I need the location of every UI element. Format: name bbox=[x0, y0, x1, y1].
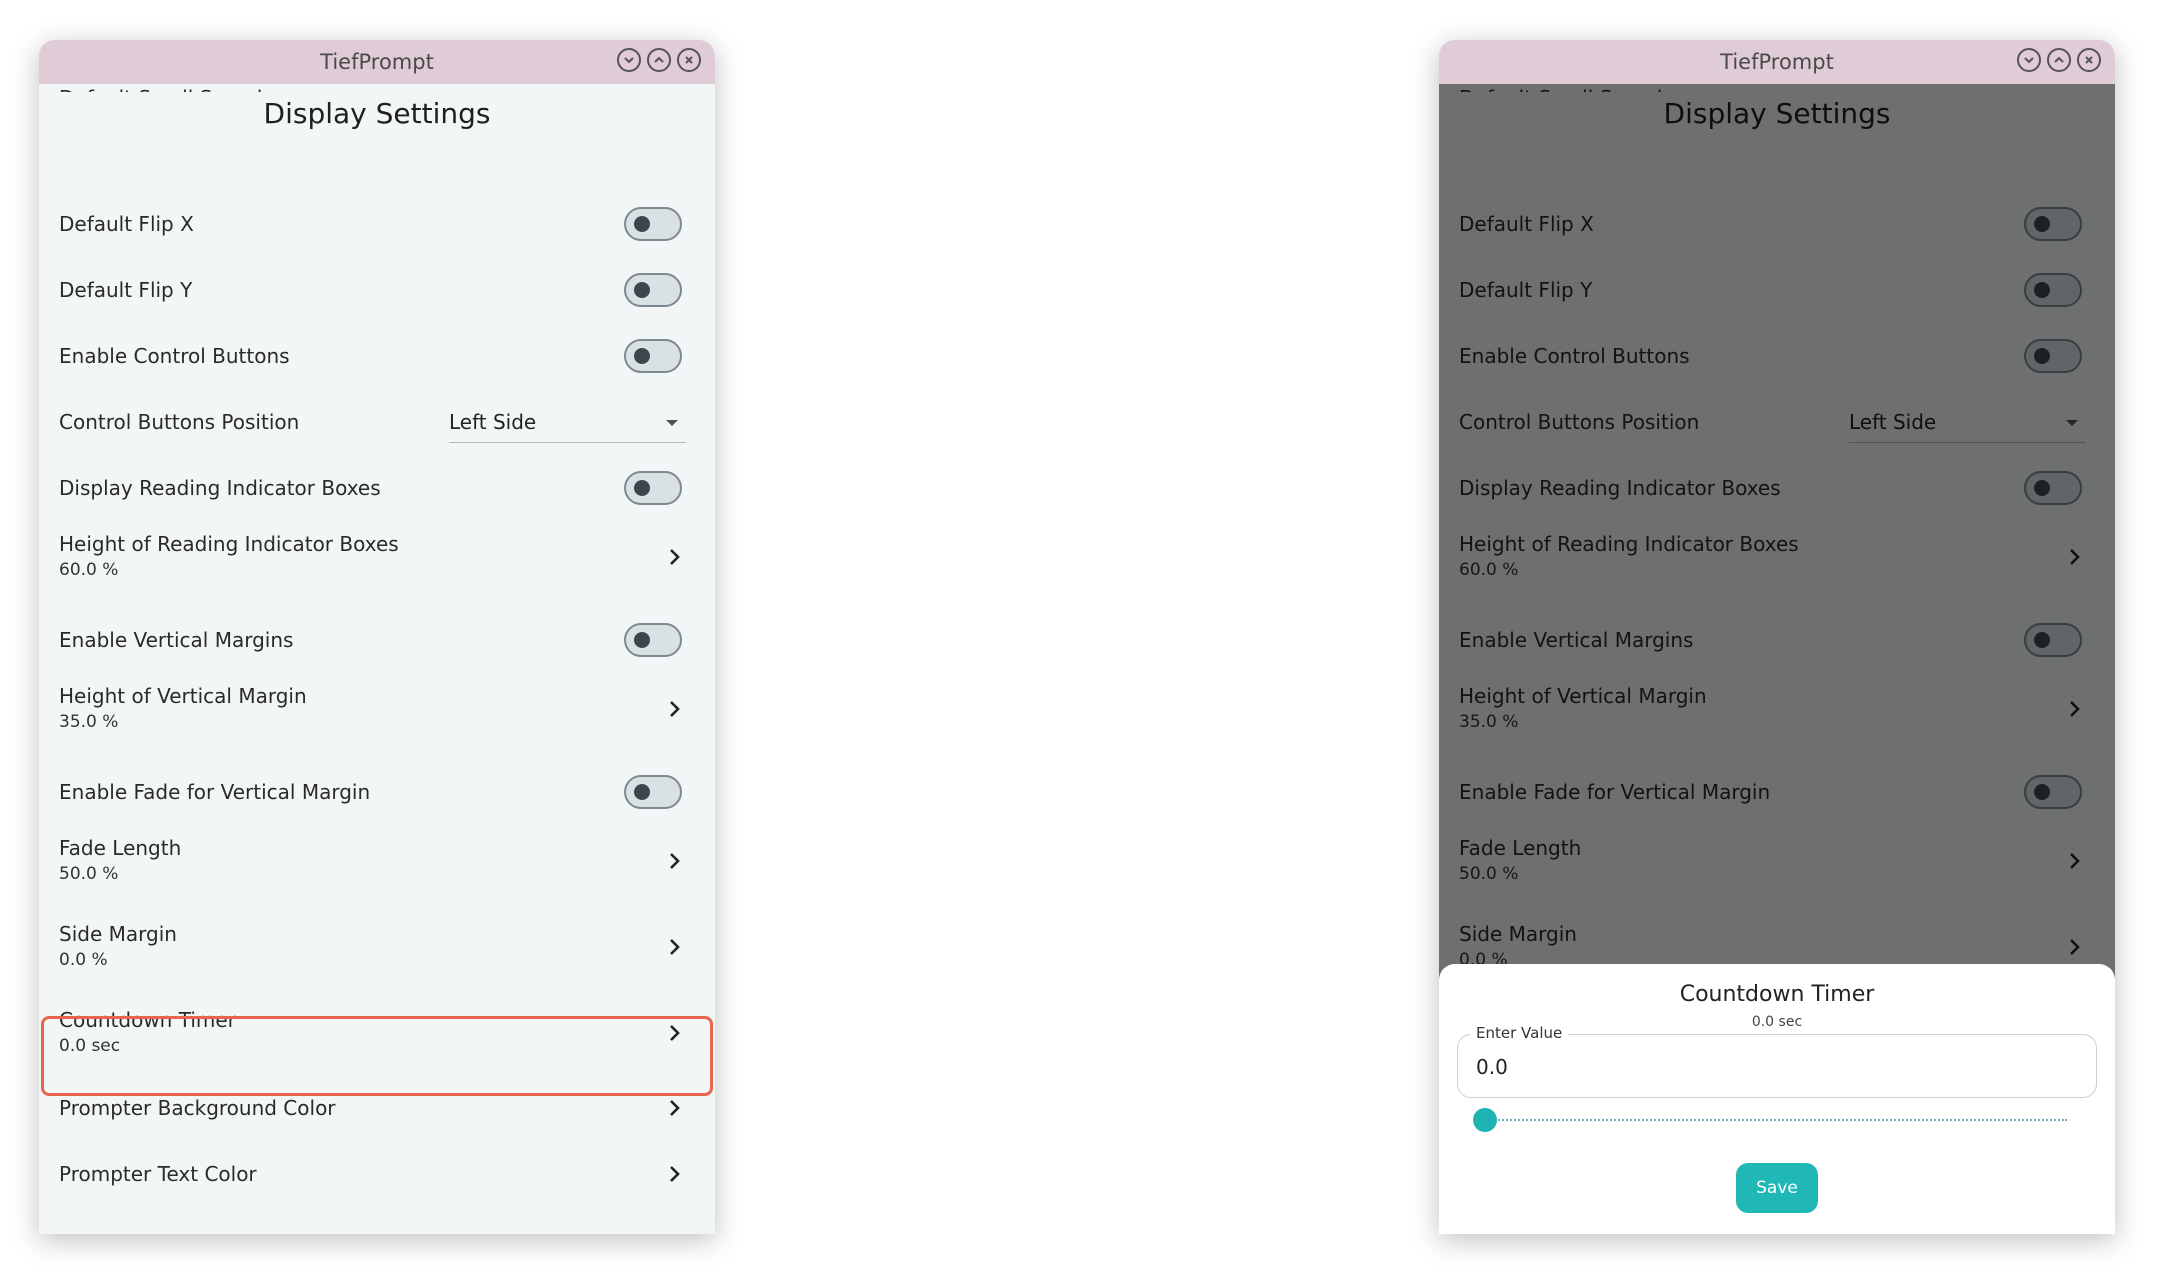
toggle-knob bbox=[634, 784, 650, 800]
setting-label: Height of Vertical Margin bbox=[59, 684, 307, 708]
setting-label: Height of Reading Indicator Boxes bbox=[59, 532, 399, 556]
setting-label: Fade Length bbox=[59, 836, 182, 860]
toggle-switch[interactable] bbox=[624, 273, 682, 307]
toggle-switch[interactable] bbox=[624, 623, 682, 657]
close-icon[interactable] bbox=[2077, 48, 2101, 72]
slider-track[interactable] bbox=[1487, 1119, 2067, 1121]
toggle-knob bbox=[634, 480, 650, 496]
maximize-icon[interactable] bbox=[647, 48, 671, 72]
chevron-right-icon[interactable] bbox=[667, 1098, 681, 1118]
toggle-knob bbox=[634, 348, 650, 364]
value-input[interactable]: Enter Value 0.0 bbox=[1457, 1024, 2097, 1098]
chevron-right-icon[interactable] bbox=[667, 1164, 681, 1184]
select-value: Left Side bbox=[449, 410, 537, 434]
setting-value: 35.0 % bbox=[59, 712, 119, 732]
window-title: TiefPrompt bbox=[320, 50, 434, 74]
toggle-knob bbox=[634, 282, 650, 298]
chevron-right-icon[interactable] bbox=[667, 851, 681, 871]
title-bar[interactable]: TiefPrompt bbox=[39, 40, 715, 84]
toggle-switch[interactable] bbox=[624, 775, 682, 809]
setting-label: Side Margin bbox=[59, 922, 177, 946]
chevron-right-icon[interactable] bbox=[667, 937, 681, 957]
minimize-icon[interactable] bbox=[2017, 48, 2041, 72]
window-right: TiefPrompt Display Settings Default Scro… bbox=[1439, 40, 2115, 1234]
setting-label: Default Flip Y bbox=[59, 278, 193, 302]
setting-value: 50.0 % bbox=[59, 864, 119, 884]
setting-label: Prompter Background Color bbox=[59, 1096, 336, 1120]
setting-label: Enable Fade for Vertical Margin bbox=[59, 780, 371, 804]
countdown-dialog: Countdown Timer 0.0 sec Enter Value 0.0 … bbox=[1439, 964, 2115, 1234]
dropdown-caret-icon bbox=[666, 420, 678, 426]
input-value[interactable]: 0.0 bbox=[1476, 1055, 1508, 1079]
setting-label: Display Reading Indicator Boxes bbox=[59, 476, 381, 500]
toggle-switch[interactable] bbox=[624, 471, 682, 505]
window-left: TiefPrompt Display Settings Default Scro… bbox=[39, 40, 715, 1234]
slider-handle[interactable] bbox=[1473, 1108, 1497, 1132]
setting-label: Enable Control Buttons bbox=[59, 344, 290, 368]
setting-label: Prompter Text Color bbox=[59, 1162, 257, 1186]
close-icon[interactable] bbox=[677, 48, 701, 72]
maximize-icon[interactable] bbox=[2047, 48, 2071, 72]
dialog-title: Countdown Timer bbox=[1679, 982, 1875, 1007]
title-bar[interactable]: TiefPrompt bbox=[1439, 40, 2115, 84]
setting-label: Default Flip X bbox=[59, 212, 194, 236]
chevron-right-icon[interactable] bbox=[667, 699, 681, 719]
setting-value: 60.0 % bbox=[59, 560, 119, 580]
input-label: Enter Value bbox=[1470, 1024, 1569, 1042]
chevron-right-icon[interactable] bbox=[667, 547, 681, 567]
toggle-switch[interactable] bbox=[624, 207, 682, 241]
toggle-knob bbox=[634, 632, 650, 648]
toggle-knob bbox=[634, 216, 650, 232]
toggle-switch[interactable] bbox=[624, 339, 682, 373]
save-button[interactable]: Save bbox=[1736, 1163, 1818, 1213]
setting-label: Enable Vertical Margins bbox=[59, 628, 294, 652]
page-title: Display Settings bbox=[39, 92, 715, 136]
minimize-icon[interactable] bbox=[617, 48, 641, 72]
setting-label: Control Buttons Position bbox=[59, 410, 300, 434]
window-title: TiefPrompt bbox=[1720, 50, 1834, 74]
setting-value: 0.0 % bbox=[59, 950, 108, 970]
position-select[interactable]: Left Side bbox=[449, 402, 686, 443]
selection-highlight bbox=[41, 1016, 713, 1096]
